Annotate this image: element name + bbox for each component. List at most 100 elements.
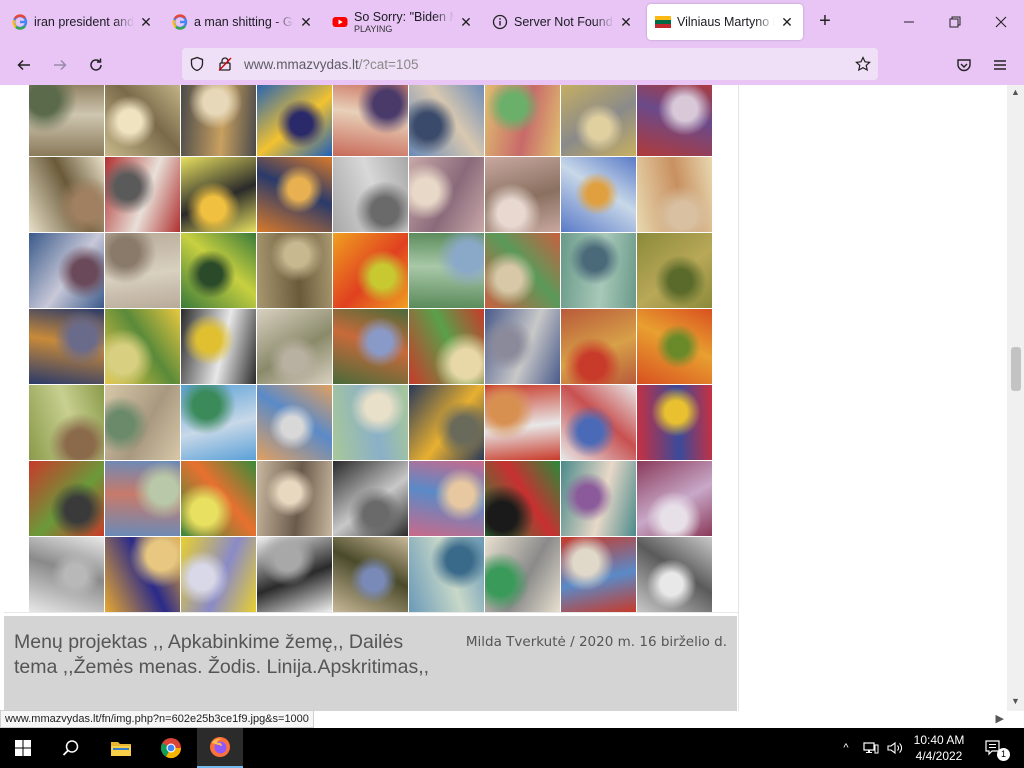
gallery-thumbnail[interactable] (29, 157, 104, 232)
gallery-thumbnail[interactable] (561, 461, 636, 536)
gallery-thumbnail[interactable] (485, 233, 560, 308)
gallery-thumbnail[interactable] (181, 309, 256, 384)
gallery-thumbnail[interactable] (105, 157, 180, 232)
close-tab-icon[interactable]: ✕ (458, 14, 474, 30)
new-tab-button[interactable]: + (815, 11, 835, 32)
search-button[interactable] (48, 728, 94, 768)
gallery-thumbnail[interactable] (105, 85, 180, 156)
start-button[interactable] (0, 728, 46, 768)
gallery-thumbnail[interactable] (561, 157, 636, 232)
gallery-thumbnail[interactable] (409, 157, 484, 232)
close-tab-icon[interactable]: ✕ (618, 14, 634, 30)
gallery-thumbnail[interactable] (485, 157, 560, 232)
gallery-thumbnail[interactable] (561, 385, 636, 460)
minimize-button[interactable] (886, 0, 932, 44)
post-title[interactable]: Menų projektas ,, Apkabinkime žemę,, Dai… (14, 630, 434, 680)
gallery-thumbnail[interactable] (561, 537, 636, 612)
gallery-thumbnail[interactable] (485, 385, 560, 460)
gallery-thumbnail[interactable] (181, 157, 256, 232)
gallery-thumbnail[interactable] (409, 461, 484, 536)
gallery-thumbnail[interactable] (29, 461, 104, 536)
gallery-thumbnail[interactable] (409, 385, 484, 460)
gallery-thumbnail[interactable] (105, 385, 180, 460)
gallery-thumbnail[interactable] (181, 233, 256, 308)
gallery-thumbnail[interactable] (257, 309, 332, 384)
maximize-button[interactable] (932, 0, 978, 44)
gallery-thumbnail[interactable] (257, 461, 332, 536)
gallery-thumbnail[interactable] (561, 85, 636, 156)
gallery-thumbnail[interactable] (485, 537, 560, 612)
gallery-thumbnail[interactable] (29, 537, 104, 612)
gallery-thumbnail[interactable] (257, 85, 332, 156)
gallery-thumbnail[interactable] (333, 85, 408, 156)
firefox-button[interactable] (197, 728, 243, 768)
tab-vilniaus[interactable]: Vilniaus Martyno M ✕ (647, 4, 803, 40)
gallery-thumbnail[interactable] (333, 309, 408, 384)
gallery-thumbnail[interactable] (637, 461, 712, 536)
gallery-thumbnail[interactable] (181, 85, 256, 156)
scroll-up-icon[interactable]: ▲ (1011, 87, 1020, 97)
shield-icon[interactable] (186, 53, 208, 75)
tab-man[interactable]: a man shitting - Go ✕ (164, 4, 322, 40)
gallery-thumbnail[interactable] (409, 537, 484, 612)
gallery-thumbnail[interactable] (485, 309, 560, 384)
gallery-thumbnail[interactable] (333, 157, 408, 232)
gallery-thumbnail[interactable] (257, 537, 332, 612)
gallery-thumbnail[interactable] (637, 385, 712, 460)
gallery-thumbnail[interactable] (485, 85, 560, 156)
gallery-thumbnail[interactable] (29, 309, 104, 384)
show-hidden-icons-button[interactable]: ^ (836, 728, 856, 768)
tab-server-not-found[interactable]: Server Not Found ✕ (484, 4, 642, 40)
bookmark-star-icon[interactable] (852, 53, 874, 75)
network-button[interactable] (860, 728, 882, 768)
gallery-thumbnail[interactable] (105, 309, 180, 384)
gallery-thumbnail[interactable] (181, 385, 256, 460)
gallery-thumbnail[interactable] (333, 537, 408, 612)
gallery-thumbnail[interactable] (181, 537, 256, 612)
scroll-down-icon[interactable]: ▼ (1011, 696, 1020, 706)
chrome-button[interactable] (148, 728, 194, 768)
menu-button[interactable] (987, 52, 1013, 78)
close-tab-icon[interactable]: ✕ (298, 14, 314, 30)
gallery-thumbnail[interactable] (485, 461, 560, 536)
pocket-button[interactable] (951, 52, 977, 78)
close-window-button[interactable] (978, 0, 1024, 44)
tab-youtube[interactable]: So Sorry: "Biden My PLAYING ✕ (324, 4, 482, 40)
gallery-thumbnail[interactable] (105, 461, 180, 536)
close-tab-icon[interactable]: ✕ (779, 14, 795, 30)
tab-iran-president[interactable]: iran president and u ✕ (4, 4, 162, 40)
gallery-thumbnail[interactable] (257, 385, 332, 460)
gallery-thumbnail[interactable] (333, 385, 408, 460)
gallery-thumbnail[interactable] (333, 233, 408, 308)
gallery-thumbnail[interactable] (409, 233, 484, 308)
gallery-thumbnail[interactable] (637, 85, 712, 156)
gallery-thumbnail[interactable] (257, 233, 332, 308)
system-clock[interactable]: 10:40 AM 4/4/2022 (908, 732, 970, 764)
gallery-thumbnail[interactable] (181, 461, 256, 536)
reload-button[interactable] (83, 52, 109, 78)
gallery-thumbnail[interactable] (561, 233, 636, 308)
close-tab-icon[interactable]: ✕ (138, 14, 154, 30)
scrollbar-thumb[interactable] (1011, 347, 1021, 391)
gallery-thumbnail[interactable] (333, 461, 408, 536)
gallery-thumbnail[interactable] (561, 309, 636, 384)
forward-button[interactable] (47, 52, 73, 78)
vertical-scrollbar[interactable]: ▲ ▼ (1007, 85, 1024, 711)
gallery-thumbnail[interactable] (409, 309, 484, 384)
back-button[interactable] (11, 52, 37, 78)
file-explorer-button[interactable] (98, 728, 144, 768)
gallery-thumbnail[interactable] (29, 385, 104, 460)
gallery-thumbnail[interactable] (105, 537, 180, 612)
gallery-thumbnail[interactable] (29, 85, 104, 156)
gallery-thumbnail[interactable] (637, 309, 712, 384)
volume-button[interactable] (884, 728, 906, 768)
gallery-thumbnail[interactable] (409, 85, 484, 156)
gallery-thumbnail[interactable] (257, 157, 332, 232)
gallery-thumbnail[interactable] (637, 233, 712, 308)
gallery-thumbnail[interactable] (105, 233, 180, 308)
action-center-button[interactable]: 1 (978, 728, 1010, 768)
gallery-thumbnail[interactable] (29, 233, 104, 308)
gallery-thumbnail[interactable] (637, 537, 712, 612)
address-bar[interactable]: www.mmazvydas.lt/?cat=105 (182, 48, 878, 80)
scroll-right-icon[interactable]: ▶ (996, 712, 1004, 725)
